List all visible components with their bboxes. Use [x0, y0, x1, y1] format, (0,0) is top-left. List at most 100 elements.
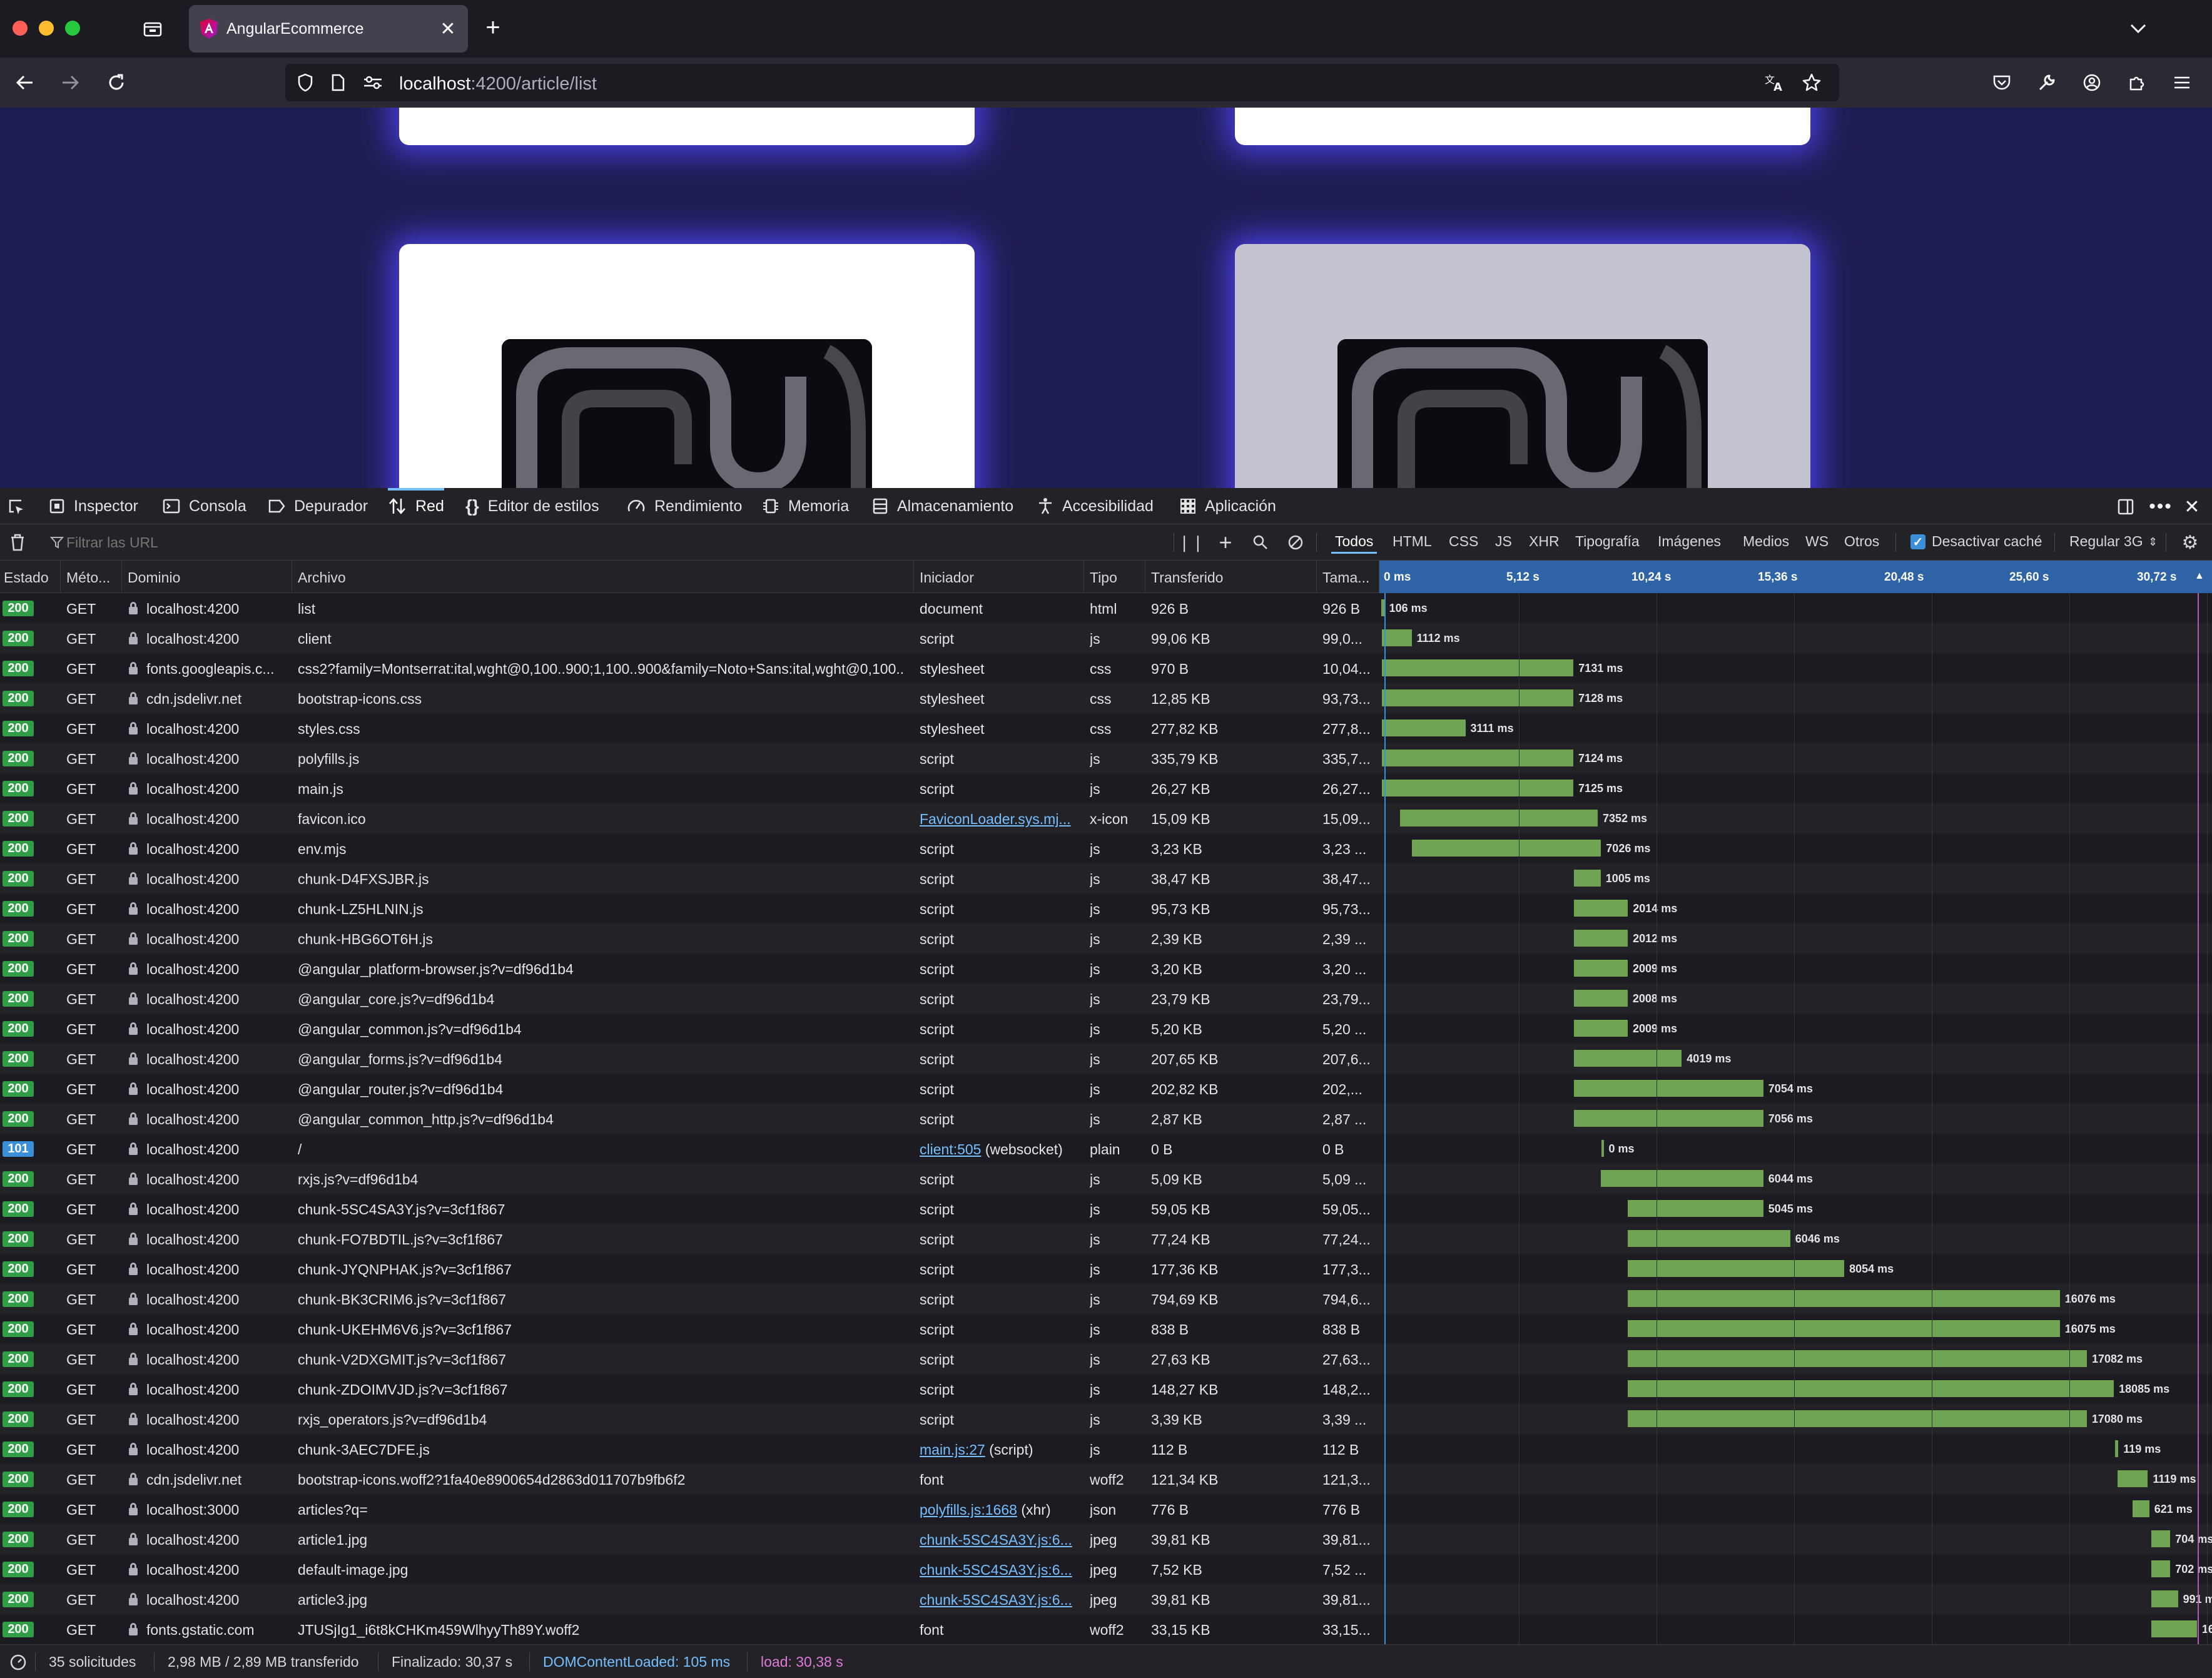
article-card[interactable] [399, 244, 975, 488]
tab-style-editor[interactable]: {} Editor de estilos [465, 488, 599, 524]
filter-images[interactable]: Imágenes [1658, 533, 1721, 550]
request-row[interactable]: 200 GET localhost:4200 chunk-D4FXSJBR.js scr… [0, 863, 2212, 893]
translate-icon[interactable]: 文A [1763, 71, 1788, 94]
tab-storage[interactable]: Almacenamiento [872, 488, 1013, 524]
tab-memory[interactable]: Memoria [762, 488, 849, 524]
initiator-link[interactable]: polyfills.js:1668 [920, 1502, 1017, 1518]
minimize-window-button[interactable] [39, 21, 54, 36]
request-row[interactable]: 200 GET localhost:4200 list document html 926 … [0, 593, 2212, 623]
column-type[interactable]: Tipo [1090, 569, 1117, 586]
column-size[interactable]: Tama... [1322, 569, 1369, 586]
request-row[interactable]: 200 GET localhost:4200 chunk-LZ5HLNIN.js scr… [0, 893, 2212, 923]
tab-overview-icon[interactable] [140, 16, 165, 41]
filter-js[interactable]: JS [1495, 533, 1512, 550]
filter-html[interactable]: HTML [1393, 533, 1432, 550]
request-row[interactable]: 200 GET cdn.jsdelivr.net bootstrap-icons.wo… [0, 1464, 2212, 1494]
block-requests-icon[interactable] [1285, 532, 1306, 553]
url-text[interactable]: localhost:4200/article/list [399, 74, 597, 94]
article-card[interactable] [399, 108, 975, 145]
request-row[interactable]: 200 GET localhost:4200 client script js 99,06 … [0, 623, 2212, 653]
pocket-icon[interactable] [1989, 70, 2014, 95]
disable-cache-label[interactable]: Desactivar caché [1932, 533, 2042, 550]
permissions-icon[interactable] [360, 71, 385, 94]
column-method[interactable]: Méto... [66, 569, 110, 586]
request-row[interactable]: 200 GET fonts.googleapis.c... css2?family=M… [0, 653, 2212, 683]
dock-side-icon[interactable] [2114, 496, 2137, 518]
new-tab-button[interactable]: + [480, 14, 505, 41]
list-all-tabs-icon[interactable] [2126, 16, 2151, 41]
tracking-protection-shield-icon[interactable] [294, 71, 317, 94]
request-row[interactable]: 200 GET fonts.gstatic.com JTUSjIg1_i6t8kCHK… [0, 1614, 2212, 1644]
request-row[interactable]: 200 GET localhost:4200 polyfills.js script js… [0, 743, 2212, 773]
filter-fonts[interactable]: Tipografía [1575, 533, 1640, 550]
request-row[interactable]: 200 GET localhost:4200 chunk-BK3CRIM6.js?v=… [0, 1284, 2212, 1314]
filter-css[interactable]: CSS [1449, 533, 1478, 550]
throttling-select[interactable]: Regular 3G [2069, 533, 2143, 550]
column-file[interactable]: Archivo [298, 569, 346, 586]
disable-cache-checkbox[interactable]: ✓ [1910, 534, 1925, 549]
filter-xhr[interactable]: XHR [1529, 533, 1560, 550]
request-row[interactable]: 200 GET localhost:4200 article1.jpg chunk-5S… [0, 1524, 2212, 1554]
account-icon[interactable] [2079, 70, 2104, 95]
performance-analysis-icon[interactable] [8, 1651, 29, 1672]
request-row[interactable]: 200 GET localhost:4200 chunk-3AEC7DFE.js mai… [0, 1434, 2212, 1464]
request-row[interactable]: 200 GET localhost:4200 @angular_router.js?v… [0, 1074, 2212, 1104]
close-window-button[interactable] [13, 21, 28, 36]
tab-console[interactable]: Consola [163, 488, 246, 524]
request-row[interactable]: 200 GET localhost:4200 @angular_common.js?v… [0, 1014, 2212, 1044]
request-row[interactable]: 200 GET localhost:3000 articles?q= polyfills… [0, 1494, 2212, 1524]
request-row[interactable]: 200 GET localhost:4200 chunk-5SC4SA3Y.js?v=… [0, 1194, 2212, 1224]
request-row[interactable]: 200 GET localhost:4200 default-image.jpg chu… [0, 1554, 2212, 1584]
select-arrows-icon[interactable]: ⇕ [2148, 536, 2158, 549]
address-bar[interactable]: localhost:4200/article/list 文A [285, 64, 1839, 101]
initiator-link[interactable]: chunk-5SC4SA3Y.js:6... [920, 1562, 1072, 1578]
request-row[interactable]: 200 GET cdn.jsdelivr.net bootstrap-icons.cs… [0, 683, 2212, 713]
request-row[interactable]: 200 GET localhost:4200 @angular_core.js?v=d… [0, 984, 2212, 1014]
request-row[interactable]: 200 GET localhost:4200 @angular_platform-br… [0, 953, 2212, 984]
request-row[interactable]: 200 GET localhost:4200 chunk-HBG6OT6H.js scr… [0, 923, 2212, 953]
tab-angular-ecommerce[interactable]: AngularEcommerce ✕ [189, 5, 468, 53]
search-icon[interactable] [1250, 532, 1271, 553]
add-filter-plus-icon[interactable]: + [1215, 529, 1236, 555]
request-row[interactable]: 200 GET localhost:4200 env.mjs script js 3,23 … [0, 833, 2212, 863]
close-devtools-icon[interactable]: ✕ [2181, 496, 2203, 518]
request-row[interactable]: 200 GET localhost:4200 @angular_forms.js?v=… [0, 1044, 2212, 1074]
tab-performance[interactable]: Rendimiento [627, 488, 742, 524]
request-row[interactable]: 200 GET localhost:4200 main.js script js 26,27… [0, 773, 2212, 803]
url-filter-input[interactable] [66, 531, 1155, 554]
filter-all[interactable]: Todos [1331, 533, 1377, 554]
close-tab-icon[interactable]: ✕ [437, 18, 459, 40]
filter-ws[interactable]: WS [1805, 533, 1829, 550]
hamburger-menu-icon[interactable] [2169, 70, 2194, 95]
request-row[interactable]: 200 GET localhost:4200 styles.css stylesheet… [0, 713, 2212, 743]
article-card[interactable] [1235, 244, 1810, 488]
request-row[interactable]: 200 GET localhost:4200 chunk-JYQNPHAK.js?v=… [0, 1254, 2212, 1284]
filter-other[interactable]: Otros [1844, 533, 1879, 550]
extensions-icon[interactable] [2124, 70, 2149, 95]
initiator-link[interactable]: client:505 [920, 1141, 981, 1157]
request-row[interactable]: 200 GET localhost:4200 article3.jpg chunk-5S… [0, 1584, 2212, 1614]
article-card[interactable] [1235, 108, 1810, 145]
tab-inspector[interactable]: Inspector [49, 488, 138, 524]
bookmark-star-icon[interactable] [1799, 71, 1824, 94]
filter-media[interactable]: Medios [1743, 533, 1789, 550]
trash-icon[interactable] [8, 532, 28, 553]
initiator-link[interactable]: chunk-5SC4SA3Y.js:6... [920, 1532, 1072, 1548]
more-options-icon[interactable]: ••• [2148, 496, 2173, 518]
page-info-icon[interactable] [327, 71, 349, 94]
initiator-link[interactable]: chunk-5SC4SA3Y.js:6... [920, 1592, 1072, 1608]
request-row[interactable]: 200 GET localhost:4200 favicon.ico FaviconLo… [0, 803, 2212, 833]
request-row[interactable]: 200 GET localhost:4200 rxjs_operators.js?v=… [0, 1404, 2212, 1434]
network-settings-gear-icon[interactable]: ⚙ [2179, 532, 2201, 553]
tab-accessibility[interactable]: Accesibilidad [1037, 488, 1154, 524]
wrench-icon[interactable] [2034, 70, 2059, 95]
tab-network[interactable]: Red [388, 488, 444, 524]
request-row[interactable]: 200 GET localhost:4200 chunk-ZDOIMVJD.js?v=… [0, 1374, 2212, 1404]
request-row[interactable]: 200 GET localhost:4200 rxjs.js?v=df96d1b4 sc… [0, 1164, 2212, 1194]
back-arrow-icon[interactable] [13, 70, 38, 95]
reload-icon[interactable] [104, 70, 129, 95]
request-row[interactable]: 200 GET localhost:4200 chunk-V2DXGMIT.js?v=… [0, 1344, 2212, 1374]
request-row[interactable]: 101 GET localhost:4200 / client:505 (websock… [0, 1134, 2212, 1164]
element-picker-icon[interactable] [5, 496, 28, 518]
column-status[interactable]: Estado [4, 569, 49, 586]
